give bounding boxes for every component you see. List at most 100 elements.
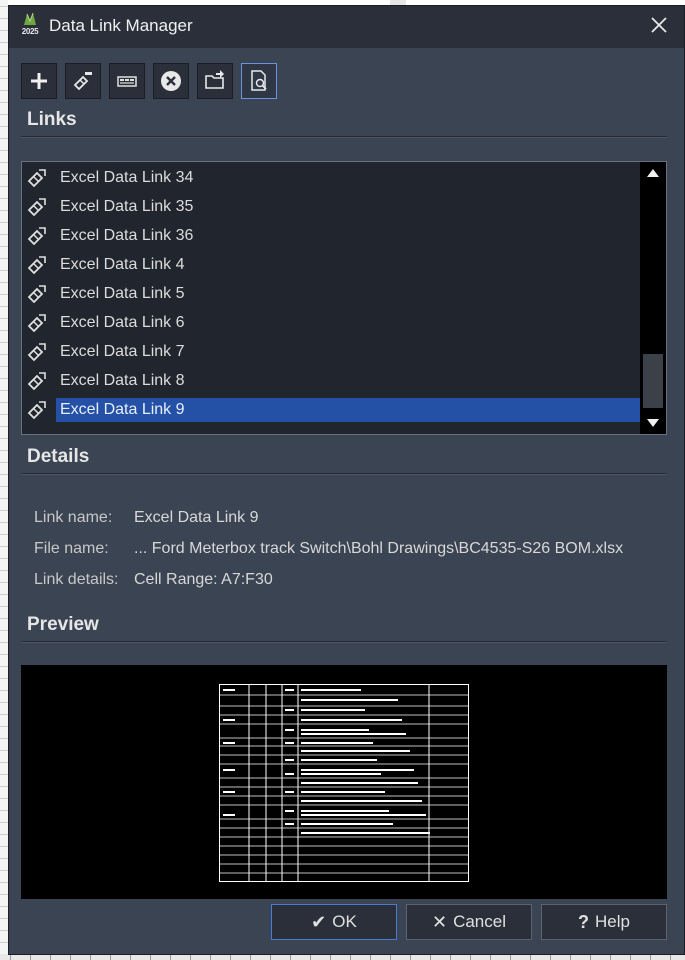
- list-item-label: Excel Data Link 36: [60, 226, 194, 244]
- preview-text-mark: [301, 769, 414, 771]
- details-section-header: Details: [21, 446, 667, 475]
- preview-text-mark: [301, 689, 361, 691]
- preview-text-mark: [301, 709, 365, 711]
- preview-text-mark: [301, 791, 385, 793]
- data-link-icon: [27, 400, 46, 419]
- help-button[interactable]: ? Help: [541, 904, 667, 940]
- list-item-label: Excel Data Link 5: [60, 284, 185, 302]
- list-item[interactable]: Excel Data Link 7: [22, 337, 642, 366]
- data-link-icon: [27, 284, 46, 303]
- preview-text-mark: [301, 782, 418, 784]
- document-search-icon: [251, 70, 267, 91]
- links-section-header: Links: [21, 109, 667, 138]
- details-panel: Link name: Excel Data Link 9 File name: …: [34, 509, 623, 602]
- data-link-icon: [27, 197, 46, 216]
- preview-text-mark: [285, 709, 294, 711]
- links-divider: [21, 136, 667, 138]
- close-x-icon: ✕: [431, 911, 448, 932]
- preview-text-mark: [301, 773, 381, 775]
- list-item-label: Excel Data Link 4: [60, 255, 185, 273]
- data-link-icon: [27, 168, 46, 187]
- list-item[interactable]: Excel Data Link 4: [22, 250, 642, 279]
- list-item[interactable]: Excel Data Link 36: [22, 221, 642, 250]
- list-item[interactable]: Excel Data Link 8: [22, 366, 642, 395]
- question-mark-icon: ?: [578, 911, 590, 932]
- preview-divider: [21, 641, 667, 643]
- preview-text-mark: [301, 733, 406, 735]
- preview-text-mark: [301, 750, 410, 752]
- data-link-icon: [27, 255, 46, 274]
- scroll-down-arrow-icon[interactable]: [640, 412, 666, 434]
- delete-link-button[interactable]: [153, 63, 189, 99]
- data-link-icon: [27, 313, 46, 332]
- list-item-label: Excel Data Link 6: [60, 313, 185, 331]
- preview-text-mark: [285, 823, 294, 825]
- links-scrollbar[interactable]: [640, 162, 666, 434]
- preview-text-mark: [285, 742, 294, 744]
- plus-icon: [31, 73, 47, 89]
- list-item-label: Excel Data Link 7: [60, 342, 185, 360]
- scroll-up-arrow-icon[interactable]: [640, 162, 666, 184]
- preview-text-mark: [223, 791, 235, 793]
- preview-toggle-button[interactable]: [241, 63, 277, 99]
- edit-link-button[interactable]: [65, 63, 101, 99]
- close-icon[interactable]: [648, 14, 670, 36]
- preview-text-mark: [285, 773, 294, 775]
- ok-button-label: OK: [332, 912, 357, 931]
- list-item[interactable]: Excel Data Link 5: [22, 279, 642, 308]
- preview-text-mark: [301, 814, 426, 816]
- table-link-icon: [117, 76, 137, 87]
- preview-text-mark: [223, 719, 235, 721]
- preview-text-mark: [285, 810, 294, 812]
- list-item[interactable]: Excel Data Link 35: [22, 192, 642, 221]
- link-edit-icon: [73, 72, 92, 91]
- list-item[interactable]: Excel Data Link 34: [22, 163, 642, 192]
- list-item-label: Excel Data Link 9: [56, 397, 642, 422]
- table-preview-thumbnail: [219, 684, 469, 882]
- data-link-icon: [27, 371, 46, 390]
- preview-text-mark: [301, 729, 369, 731]
- preview-text-mark: [301, 699, 398, 701]
- preview-text-mark: [285, 729, 294, 731]
- list-item-selected[interactable]: Excel Data Link 9: [22, 395, 642, 424]
- link-details-row: Link details: Cell Range: A7:F30: [34, 571, 623, 602]
- file-name-row: File name: ... Ford Meterbox track Switc…: [34, 540, 623, 571]
- list-item-label: Excel Data Link 35: [60, 197, 194, 215]
- links-heading: Links: [27, 109, 77, 130]
- background-page-strip: [0, 0, 8, 960]
- preview-text-mark: [301, 719, 402, 721]
- preview-pane: [21, 665, 667, 899]
- details-divider: [21, 473, 667, 475]
- preview-text-mark: [301, 810, 389, 812]
- toolbar: [21, 63, 277, 99]
- file-name-value: ... Ford Meterbox track Switch\Bohl Draw…: [134, 540, 624, 557]
- data-link-icon: [27, 342, 46, 361]
- window-title: Data Link Manager: [49, 16, 193, 35]
- data-link-manager-dialog: 2025 Data Link Manager Links Excel Data …: [8, 5, 685, 955]
- preview-text-mark: [223, 769, 235, 771]
- link-details-value: Cell Range: A7:F30: [134, 571, 273, 588]
- cancel-button[interactable]: ✕ Cancel: [406, 904, 532, 940]
- create-link-button[interactable]: [21, 63, 57, 99]
- preview-text-mark: [301, 832, 430, 834]
- preview-text-mark: [223, 814, 235, 816]
- help-button-label: Help: [595, 912, 630, 931]
- link-name-label: Link name:: [34, 509, 113, 526]
- link-name-value: Excel Data Link 9: [134, 509, 259, 526]
- ok-button[interactable]: ✔ OK: [271, 904, 397, 940]
- preview-heading: Preview: [27, 614, 99, 635]
- checkmark-icon: ✔: [311, 911, 327, 932]
- preview-text-mark: [301, 742, 373, 744]
- list-item[interactable]: Excel Data Link 6: [22, 308, 642, 337]
- scrollbar-thumb[interactable]: [643, 354, 663, 408]
- preview-text-mark: [301, 759, 377, 761]
- cancel-button-label: Cancel: [453, 912, 506, 931]
- preview-text-mark: [301, 823, 393, 825]
- title-bar[interactable]: 2025 Data Link Manager: [9, 6, 684, 48]
- preview-text-mark: [285, 791, 294, 793]
- preview-text-mark: [301, 800, 422, 802]
- open-file-button[interactable]: [197, 63, 233, 99]
- data-link-table-button[interactable]: [109, 63, 145, 99]
- preview-section-header: Preview: [21, 614, 667, 643]
- links-list[interactable]: Excel Data Link 34 Excel Data Link 35 Ex…: [21, 161, 667, 435]
